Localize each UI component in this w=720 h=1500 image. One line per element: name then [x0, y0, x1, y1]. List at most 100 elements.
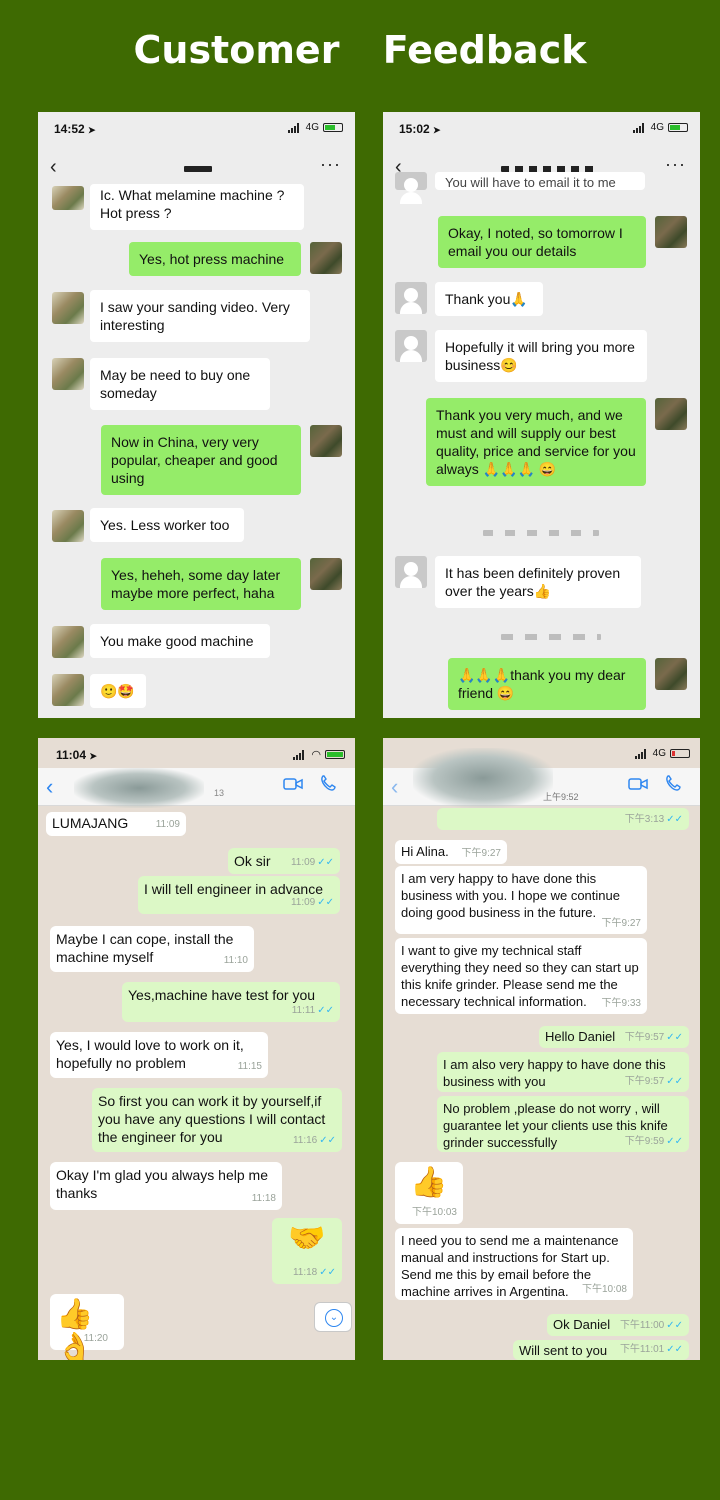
more-dots-icon[interactable]: ··· — [665, 154, 686, 175]
chevron-left-icon[interactable]: ‹ — [46, 774, 53, 800]
avatar[interactable] — [52, 674, 84, 706]
message-outgoing: Will sent to you 下午11:01 ✓✓ — [513, 1340, 689, 1360]
avatar[interactable] — [395, 282, 427, 314]
read-ticks-icon: ✓✓ — [666, 1320, 683, 1331]
timestamp-redacted — [483, 530, 599, 536]
message-time: 下午9:27 — [601, 918, 641, 929]
message-incoming: 👍👌 11:20 — [50, 1294, 124, 1360]
wechat-screenshot-1: 14:52 ➤ 4G ‹ ··· Ic. What melamine machi… — [38, 112, 355, 718]
chevron-down-icon: ⌄ — [325, 1309, 343, 1327]
read-ticks-icon: ✓✓ — [666, 1344, 683, 1355]
contact-name-redacted — [184, 166, 212, 172]
video-call-icon[interactable] — [628, 777, 648, 791]
message-time: 下午9:57 ✓✓ — [624, 1032, 683, 1043]
message-outgoing: Now in China, very very popular, cheaper… — [101, 425, 301, 495]
more-dots-icon[interactable]: ··· — [320, 154, 341, 175]
network-label: 4G — [652, 748, 666, 759]
handshake-emoji: 🤝 — [288, 1222, 326, 1255]
status-bar: 11:04 ➤ ◠ — [56, 748, 345, 764]
message-time: 下午9:59 ✓✓ — [624, 1136, 683, 1147]
message-text: Yes,machine have test for you — [128, 987, 316, 1003]
signal-icon — [287, 122, 302, 133]
message-text: I am very happy to have done this busine… — [401, 871, 620, 920]
message-text: Ok Daniel — [553, 1317, 611, 1332]
message-time: 11:20 — [83, 1333, 108, 1344]
title-feedback: Feedback — [382, 28, 587, 72]
avatar[interactable] — [310, 242, 342, 274]
read-ticks-icon: ✓✓ — [666, 1076, 683, 1087]
title-customer: Customer — [133, 28, 340, 72]
message-incoming: You will have to email it to me — [435, 172, 645, 190]
network-label: 4G — [650, 122, 664, 133]
read-ticks-icon: ✓✓ — [317, 857, 334, 868]
message-incoming: Maybe I can cope, install the machine my… — [50, 926, 254, 972]
avatar[interactable] — [655, 398, 687, 430]
message-time: 11:15 — [237, 1061, 262, 1072]
message-incoming: Hopefully it will bring you more busines… — [435, 330, 647, 382]
avatar[interactable] — [395, 172, 427, 204]
message-time: 11:11 ✓✓ — [291, 1005, 334, 1016]
avatar[interactable] — [52, 358, 84, 390]
message-time: 下午3:13 ✓✓ — [624, 814, 683, 825]
message-time: 11:10 — [223, 955, 248, 966]
message-incoming: Hi Alina. 下午9:27 — [395, 840, 507, 864]
message-text: Hello Daniel — [545, 1029, 616, 1044]
message-incoming: I saw your sanding video. Very interesti… — [90, 290, 310, 342]
battery-icon — [668, 123, 688, 132]
message-text: Okay I'm glad you always help me thanks — [56, 1167, 268, 1201]
message-incoming: It has been definitely proven over the y… — [435, 556, 641, 608]
phone-call-icon[interactable] — [664, 774, 682, 792]
avatar[interactable] — [52, 186, 84, 210]
network-label: 4G — [305, 122, 319, 133]
avatar[interactable] — [310, 558, 342, 590]
message-time: 下午10:08 — [581, 1284, 627, 1295]
avatar[interactable] — [655, 216, 687, 248]
avatar[interactable] — [310, 425, 342, 457]
message-time: 下午11:01 ✓✓ — [619, 1344, 683, 1355]
page-title: Customer Feedback — [0, 28, 720, 72]
chevron-left-icon[interactable]: ‹ — [391, 774, 398, 800]
message-outgoing: I will tell engineer in advance 11:09 ✓✓ — [138, 876, 340, 914]
message-incoming: LUMAJANG 11:09 — [46, 812, 186, 836]
signal-icon — [634, 748, 649, 759]
scroll-down-button[interactable]: ⌄ — [314, 1302, 352, 1332]
read-ticks-icon: ✓✓ — [666, 1032, 683, 1043]
message-incoming: I want to give my technical staff everyt… — [395, 938, 647, 1014]
avatar[interactable] — [52, 626, 84, 658]
battery-icon — [323, 123, 343, 132]
message-time: 下午10:03 — [411, 1207, 457, 1218]
message-incoming: Yes. Less worker too — [90, 508, 244, 542]
message-outgoing: I am also very happy to have done this b… — [437, 1052, 689, 1092]
contact-avatar-redacted — [74, 768, 204, 808]
avatar[interactable] — [655, 658, 687, 690]
message-outgoing: Yes, heheh, some day later maybe more pe… — [101, 558, 301, 610]
message-incoming: Thank you🙏 — [435, 282, 543, 316]
avatar[interactable] — [52, 292, 84, 324]
avatar[interactable] — [395, 330, 427, 362]
status-time: 11:04 — [56, 748, 87, 762]
chat-header: ‹ ··· — [38, 154, 355, 184]
phone-call-icon[interactable] — [319, 774, 337, 792]
message-incoming: You make good machine — [90, 624, 270, 658]
timestamp-redacted — [501, 634, 601, 640]
message-text: Hi Alina. — [401, 844, 449, 859]
status-time: 15:02 — [399, 122, 430, 136]
message-time: 11:09 ✓✓ — [290, 857, 334, 868]
signal-icon — [632, 122, 647, 133]
message-text: So first you can work it by yourself,if … — [98, 1093, 326, 1145]
status-time: 14:52 — [54, 122, 85, 136]
message-incoming: Ic. What melamine machine ? Hot press ? — [90, 184, 304, 230]
thumbs-up-emoji: 👍 — [410, 1166, 448, 1199]
message-outgoing: No problem ,please do not worry , will g… — [437, 1096, 689, 1152]
avatar[interactable] — [52, 510, 84, 542]
message-outgoing: Ok sir 11:09 ✓✓ — [228, 848, 340, 874]
message-outgoing: Yes, hot press machine — [129, 242, 301, 276]
read-ticks-icon: ✓✓ — [319, 1267, 336, 1278]
message-text: Maybe I can cope, install the machine my… — [56, 931, 234, 965]
chevron-left-icon[interactable]: ‹ — [50, 156, 57, 179]
avatar[interactable] — [395, 556, 427, 588]
video-call-icon[interactable] — [283, 777, 303, 791]
message-text: Yes, I would love to work on it, hopeful… — [56, 1037, 244, 1071]
read-ticks-icon: ✓✓ — [317, 1005, 334, 1016]
thumbs-ok-emoji: 👍👌 — [56, 1298, 94, 1360]
